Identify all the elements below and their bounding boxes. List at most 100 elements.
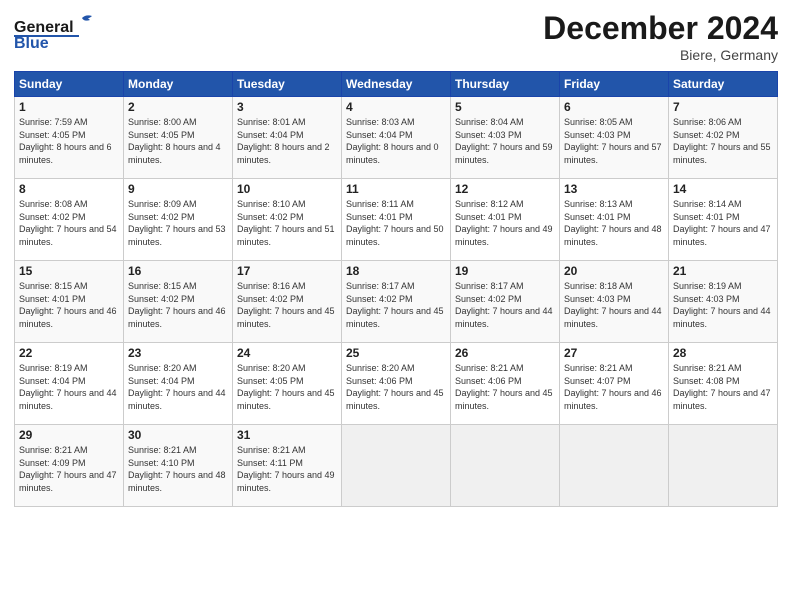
calendar-cell: 4 Sunrise: 8:03 AMSunset: 4:04 PMDaylight… xyxy=(342,97,451,179)
day-number: 11 xyxy=(346,182,446,196)
day-number: 2 xyxy=(128,100,228,114)
day-number: 18 xyxy=(346,264,446,278)
day-number: 3 xyxy=(237,100,337,114)
day-number: 27 xyxy=(564,346,664,360)
day-number: 17 xyxy=(237,264,337,278)
cell-details: Sunrise: 8:19 AMSunset: 4:04 PMDaylight:… xyxy=(19,363,117,411)
cell-details: Sunrise: 8:21 AMSunset: 4:11 PMDaylight:… xyxy=(237,445,335,493)
svg-text:General: General xyxy=(14,19,74,36)
calendar-cell: 14Sunrise: 8:14 AMSunset: 4:01 PMDayligh… xyxy=(669,179,778,261)
calendar-cell xyxy=(560,425,669,507)
calendar-cell: 22Sunrise: 8:19 AMSunset: 4:04 PMDayligh… xyxy=(15,343,124,425)
calendar-cell: 13 Sunrise: 8:13 AMSunset: 4:01 PMDayligh… xyxy=(560,179,669,261)
week-row-1: 1 Sunrise: 7:59 AMSunset: 4:05 PMDaylight… xyxy=(15,97,778,179)
calendar-cell: 8 Sunrise: 8:08 AMSunset: 4:02 PMDaylight… xyxy=(15,179,124,261)
cell-details: Sunrise: 8:17 AMSunset: 4:02 PMDaylight:… xyxy=(455,281,553,329)
calendar-cell: 7 Sunrise: 8:06 AMSunset: 4:02 PMDaylight… xyxy=(669,97,778,179)
calendar-cell: 20 Sunrise: 8:18 AMSunset: 4:03 PMDayligh… xyxy=(560,261,669,343)
cell-details: Sunrise: 8:12 AMSunset: 4:01 PMDaylight:… xyxy=(455,199,553,247)
calendar-cell xyxy=(669,425,778,507)
col-thursday: Thursday xyxy=(451,72,560,97)
cell-details: Sunrise: 8:11 AMSunset: 4:01 PMDaylight:… xyxy=(346,199,444,247)
cell-details: Sunrise: 8:21 AMSunset: 4:09 PMDaylight:… xyxy=(19,445,117,493)
calendar-cell: 27 Sunrise: 8:21 AMSunset: 4:07 PMDayligh… xyxy=(560,343,669,425)
cell-details: Sunrise: 8:16 AMSunset: 4:02 PMDaylight:… xyxy=(237,281,335,329)
calendar-cell: 23 Sunrise: 8:20 AMSunset: 4:04 PMDayligh… xyxy=(124,343,233,425)
day-number: 24 xyxy=(237,346,337,360)
cell-details: Sunrise: 7:59 AMSunset: 4:05 PMDaylight:… xyxy=(19,117,112,165)
day-number: 19 xyxy=(455,264,555,278)
day-number: 20 xyxy=(564,264,664,278)
calendar-cell: 24 Sunrise: 8:20 AMSunset: 4:05 PMDayligh… xyxy=(233,343,342,425)
col-wednesday: Wednesday xyxy=(342,72,451,97)
logo: General Blue xyxy=(14,10,124,50)
day-number: 4 xyxy=(346,100,446,114)
day-number: 23 xyxy=(128,346,228,360)
cell-details: Sunrise: 8:13 AMSunset: 4:01 PMDaylight:… xyxy=(564,199,662,247)
day-number: 7 xyxy=(673,100,773,114)
day-number: 29 xyxy=(19,428,119,442)
calendar-cell: 21 Sunrise: 8:19 AMSunset: 4:03 PMDayligh… xyxy=(669,261,778,343)
col-saturday: Saturday xyxy=(669,72,778,97)
calendar-cell: 10 Sunrise: 8:10 AMSunset: 4:02 PMDayligh… xyxy=(233,179,342,261)
calendar-cell: 15Sunrise: 8:15 AMSunset: 4:01 PMDayligh… xyxy=(15,261,124,343)
calendar-cell: 3Sunrise: 8:01 AMSunset: 4:04 PMDaylight… xyxy=(233,97,342,179)
calendar-cell xyxy=(342,425,451,507)
cell-details: Sunrise: 8:20 AMSunset: 4:05 PMDaylight:… xyxy=(237,363,335,411)
calendar-cell: 5 Sunrise: 8:04 AMSunset: 4:03 PMDaylight… xyxy=(451,97,560,179)
location: Biere, Germany xyxy=(543,47,778,63)
week-row-4: 22Sunrise: 8:19 AMSunset: 4:04 PMDayligh… xyxy=(15,343,778,425)
day-number: 28 xyxy=(673,346,773,360)
day-number: 30 xyxy=(128,428,228,442)
cell-details: Sunrise: 8:09 AMSunset: 4:02 PMDaylight:… xyxy=(128,199,226,247)
calendar-table: Sunday Monday Tuesday Wednesday Thursday… xyxy=(14,71,778,507)
day-number: 8 xyxy=(19,182,119,196)
calendar-cell: 29 Sunrise: 8:21 AMSunset: 4:09 PMDayligh… xyxy=(15,425,124,507)
cell-details: Sunrise: 8:04 AMSunset: 4:03 PMDaylight:… xyxy=(455,117,553,165)
calendar-cell: 28 Sunrise: 8:21 AMSunset: 4:08 PMDayligh… xyxy=(669,343,778,425)
calendar-cell: 18 Sunrise: 8:17 AMSunset: 4:02 PMDayligh… xyxy=(342,261,451,343)
day-number: 15 xyxy=(19,264,119,278)
day-number: 13 xyxy=(564,182,664,196)
day-number: 5 xyxy=(455,100,555,114)
cell-details: Sunrise: 8:03 AMSunset: 4:04 PMDaylight:… xyxy=(346,117,439,165)
calendar-cell: 26Sunrise: 8:21 AMSunset: 4:06 PMDayligh… xyxy=(451,343,560,425)
month-title: December 2024 xyxy=(543,10,778,47)
cell-details: Sunrise: 8:19 AMSunset: 4:03 PMDaylight:… xyxy=(673,281,771,329)
cell-details: Sunrise: 8:17 AMSunset: 4:02 PMDaylight:… xyxy=(346,281,444,329)
day-number: 6 xyxy=(564,100,664,114)
col-tuesday: Tuesday xyxy=(233,72,342,97)
header-row: Sunday Monday Tuesday Wednesday Thursday… xyxy=(15,72,778,97)
col-friday: Friday xyxy=(560,72,669,97)
calendar-cell: 31 Sunrise: 8:21 AMSunset: 4:11 PMDayligh… xyxy=(233,425,342,507)
cell-details: Sunrise: 8:06 AMSunset: 4:02 PMDaylight:… xyxy=(673,117,771,165)
calendar-cell: 1 Sunrise: 7:59 AMSunset: 4:05 PMDaylight… xyxy=(15,97,124,179)
day-number: 9 xyxy=(128,182,228,196)
logo-svg: General Blue xyxy=(14,10,124,50)
day-number: 1 xyxy=(19,100,119,114)
day-number: 21 xyxy=(673,264,773,278)
cell-details: Sunrise: 8:08 AMSunset: 4:02 PMDaylight:… xyxy=(19,199,117,247)
day-number: 10 xyxy=(237,182,337,196)
calendar-cell: 16Sunrise: 8:15 AMSunset: 4:02 PMDayligh… xyxy=(124,261,233,343)
calendar-cell: 17 Sunrise: 8:16 AMSunset: 4:02 PMDayligh… xyxy=(233,261,342,343)
day-number: 31 xyxy=(237,428,337,442)
cell-details: Sunrise: 8:20 AMSunset: 4:04 PMDaylight:… xyxy=(128,363,226,411)
calendar-cell: 9 Sunrise: 8:09 AMSunset: 4:02 PMDaylight… xyxy=(124,179,233,261)
week-row-2: 8 Sunrise: 8:08 AMSunset: 4:02 PMDaylight… xyxy=(15,179,778,261)
cell-details: Sunrise: 8:20 AMSunset: 4:06 PMDaylight:… xyxy=(346,363,444,411)
cell-details: Sunrise: 8:15 AMSunset: 4:02 PMDaylight:… xyxy=(128,281,226,329)
cell-details: Sunrise: 8:21 AMSunset: 4:10 PMDaylight:… xyxy=(128,445,226,493)
cell-details: Sunrise: 8:05 AMSunset: 4:03 PMDaylight:… xyxy=(564,117,662,165)
calendar-cell: 11 Sunrise: 8:11 AMSunset: 4:01 PMDayligh… xyxy=(342,179,451,261)
week-row-3: 15Sunrise: 8:15 AMSunset: 4:01 PMDayligh… xyxy=(15,261,778,343)
cell-details: Sunrise: 8:21 AMSunset: 4:07 PMDaylight:… xyxy=(564,363,662,411)
calendar-cell: 12Sunrise: 8:12 AMSunset: 4:01 PMDayligh… xyxy=(451,179,560,261)
page: General Blue December 2024 Biere, German… xyxy=(0,0,792,612)
cell-details: Sunrise: 8:18 AMSunset: 4:03 PMDaylight:… xyxy=(564,281,662,329)
cell-details: Sunrise: 8:10 AMSunset: 4:02 PMDaylight:… xyxy=(237,199,335,247)
calendar-cell: 25Sunrise: 8:20 AMSunset: 4:06 PMDayligh… xyxy=(342,343,451,425)
cell-details: Sunrise: 8:21 AMSunset: 4:08 PMDaylight:… xyxy=(673,363,771,411)
header: General Blue December 2024 Biere, German… xyxy=(14,10,778,63)
calendar-cell: 2Sunrise: 8:00 AMSunset: 4:05 PMDaylight… xyxy=(124,97,233,179)
